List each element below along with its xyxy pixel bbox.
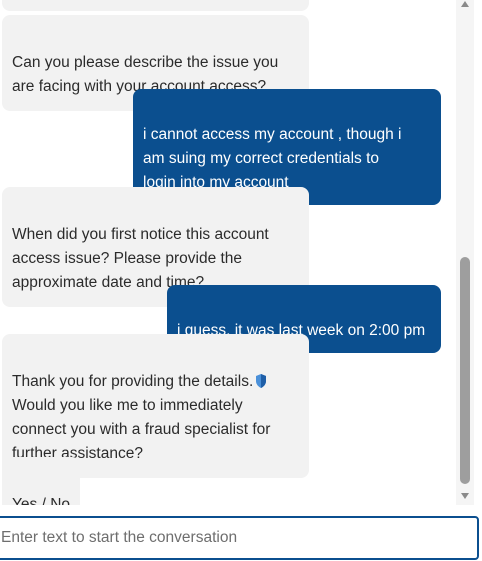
bot-message-text: When did you first notice this account a… (12, 226, 269, 291)
message-input[interactable] (0, 518, 477, 558)
scroll-down-arrow-icon[interactable] (460, 488, 470, 499)
scroll-up-arrow-icon[interactable] (460, 0, 470, 7)
user-message-text: i cannot access my account , though i am… (143, 126, 402, 191)
quick-reply-text: Yes / No (12, 496, 71, 505)
chat-scrollbar[interactable] (456, 0, 474, 505)
scrollbar-thumb[interactable] (460, 257, 470, 484)
bot-message-text: Would you like me to immediately connect… (12, 397, 271, 462)
quick-reply-bubble[interactable]: Yes / No (2, 457, 81, 505)
message-input-container (0, 516, 479, 560)
message-list: Can you please describe the issue you ar… (0, 0, 456, 505)
previous-message-bubble (2, 0, 309, 11)
chat-window: Can you please describe the issue you ar… (0, 0, 482, 561)
shield-icon (256, 372, 267, 388)
bot-message-text: Thank you for providing the details. (12, 373, 254, 390)
